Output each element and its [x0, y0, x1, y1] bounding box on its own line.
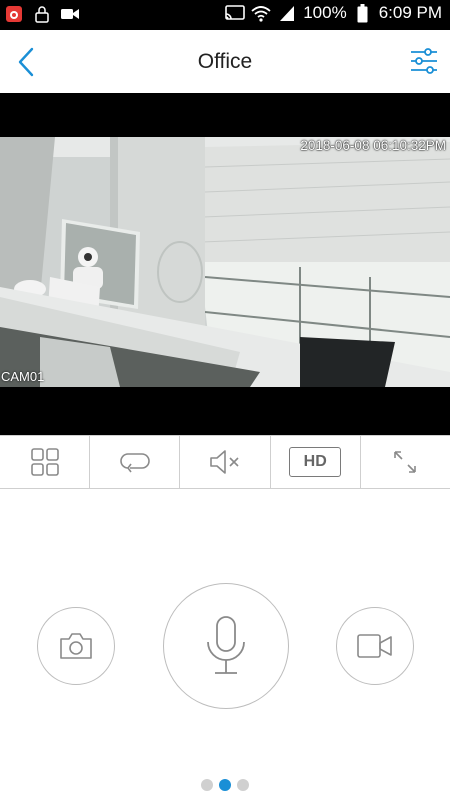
- app-notification-icon: [4, 4, 24, 24]
- nav-bar: Office: [0, 30, 450, 93]
- mute-button[interactable]: [180, 436, 271, 488]
- video-timestamp: 2018-06-08 06:10:32PM: [300, 138, 446, 153]
- lock-notification-icon: [32, 4, 52, 24]
- camera-label: CAM01: [1, 369, 45, 384]
- status-time: 6:09 PM: [378, 3, 442, 22]
- page-dot-active[interactable]: [219, 779, 231, 791]
- sliders-icon: [411, 48, 437, 74]
- loop-button[interactable]: [90, 436, 181, 488]
- wifi-icon: [251, 3, 271, 23]
- video-notification-icon: [60, 4, 80, 24]
- page-indicator: [0, 779, 450, 791]
- hd-button[interactable]: HD: [271, 436, 361, 488]
- hd-icon: HD: [289, 447, 342, 477]
- page-title: Office: [197, 50, 253, 73]
- grid-icon: [30, 448, 59, 476]
- record-button[interactable]: [336, 607, 414, 685]
- fullscreen-button[interactable]: [361, 436, 450, 488]
- camera-icon: [60, 633, 92, 659]
- camera-feed-image: 2018-06-08 06:10:32PM CAM01: [0, 137, 450, 387]
- mute-icon: [210, 450, 239, 474]
- fullscreen-icon: [394, 451, 417, 473]
- signal-icon: [277, 3, 297, 23]
- cast-icon: [225, 3, 246, 23]
- settings-button[interactable]: [410, 47, 438, 75]
- player-toolbar: HD: [0, 435, 450, 489]
- page-dot[interactable]: [201, 779, 213, 791]
- loop-icon: [120, 453, 150, 473]
- battery-icon: [353, 3, 373, 23]
- battery-percent: 100%: [303, 3, 347, 22]
- microphone-icon: [207, 616, 245, 674]
- talk-button[interactable]: [163, 583, 289, 709]
- grid-view-button[interactable]: [0, 436, 91, 488]
- status-bar: 100% 6:09 PM: [0, 0, 450, 30]
- video-player[interactable]: 2018-06-08 06:10:32PM CAM01: [0, 93, 450, 435]
- office-scene-image: [0, 137, 450, 387]
- snapshot-button[interactable]: [37, 607, 115, 685]
- video-record-icon: [357, 634, 392, 658]
- page-dot[interactable]: [237, 779, 249, 791]
